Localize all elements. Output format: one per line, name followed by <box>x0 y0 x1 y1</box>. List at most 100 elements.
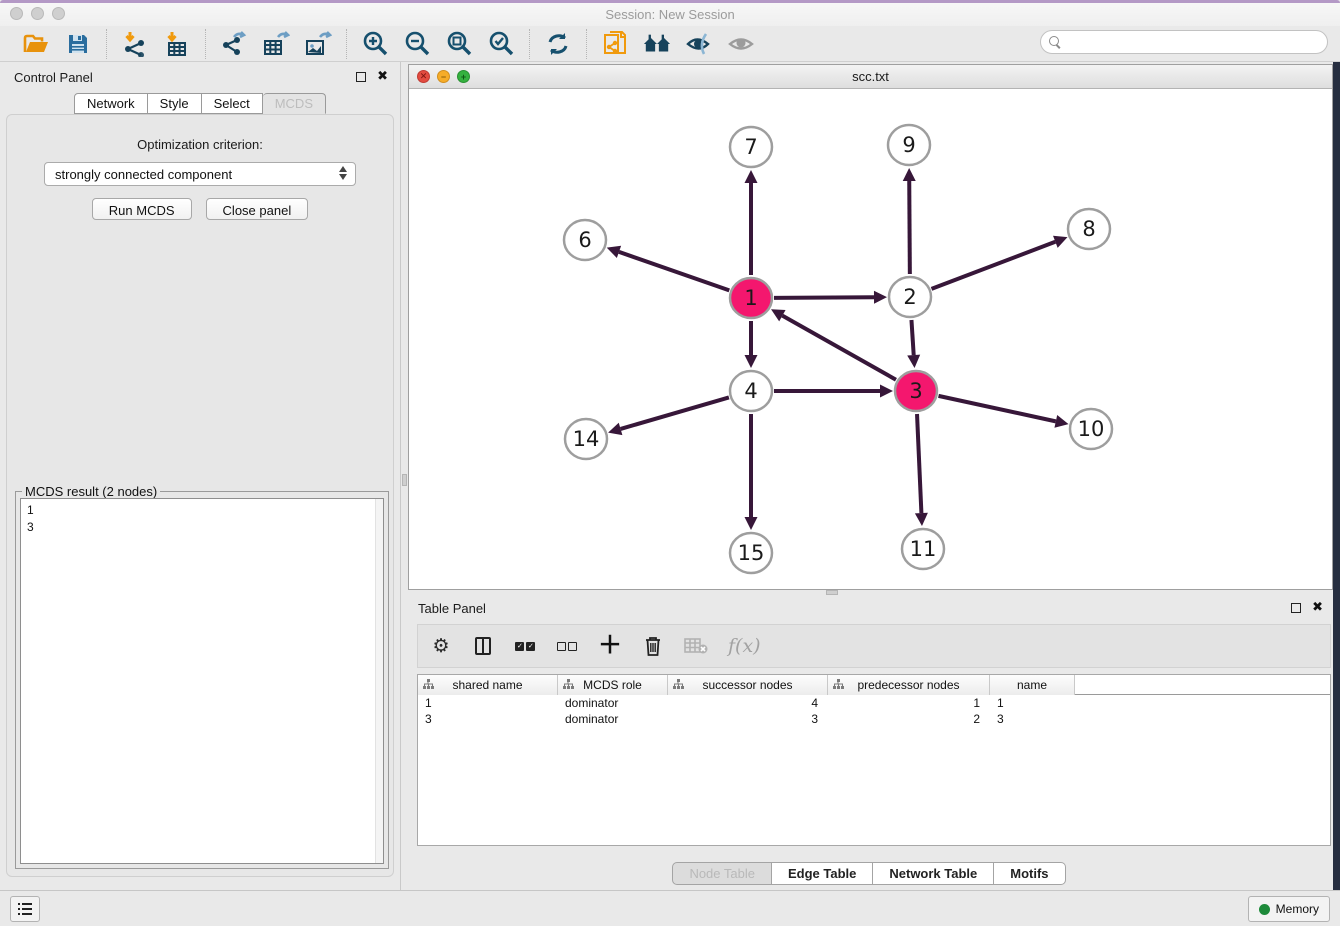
cell-predecessor-nodes[interactable]: 1 <box>828 695 990 711</box>
open-session-button[interactable] <box>22 30 50 58</box>
network-window-titlebar[interactable]: ✕ − + scc.txt <box>409 65 1332 89</box>
select-all-button[interactable] <box>514 634 536 658</box>
network-window-title: scc.txt <box>409 69 1332 84</box>
tree-sort-icon <box>563 679 574 693</box>
export-table-button[interactable] <box>262 30 290 58</box>
network-canvas[interactable]: 7968124314101511 <box>409 89 1332 589</box>
tab-network[interactable]: Network <box>74 93 148 114</box>
add-column-button[interactable]: ＋ <box>598 634 622 658</box>
table-settings-button[interactable]: ⚙ <box>430 634 452 658</box>
close-panel-icon[interactable]: ✖ <box>377 68 388 84</box>
copy-network-icon <box>602 30 628 58</box>
export-network-button[interactable] <box>220 30 248 58</box>
tab-style[interactable]: Style <box>148 93 202 114</box>
import-table-button[interactable] <box>163 30 191 58</box>
arrowhead-icon <box>1054 415 1068 428</box>
tab-node-table[interactable]: Node Table <box>672 862 772 885</box>
cell-MCDS-role[interactable]: dominator <box>558 695 668 711</box>
titlebar[interactable]: Session: New Session <box>0 3 1340 26</box>
tab-edge-table[interactable]: Edge Table <box>772 862 873 885</box>
splitter-grip[interactable] <box>826 590 838 595</box>
memory-button[interactable]: Memory <box>1248 896 1330 922</box>
main-toolbar <box>0 26 1340 62</box>
table-row[interactable]: 1dominator411 <box>418 695 1330 711</box>
zoom-selected-button[interactable] <box>487 30 515 58</box>
column-header-shared-name[interactable]: shared name <box>418 675 558 695</box>
edge-3-1[interactable] <box>782 316 896 380</box>
column-chooser-button[interactable] <box>472 634 494 658</box>
tree-sort-icon <box>673 679 684 693</box>
tab-network-table[interactable]: Network Table <box>873 862 994 885</box>
delete-table-button[interactable] <box>684 634 708 658</box>
function-fx-icon: f(x) <box>728 635 761 657</box>
tab-select[interactable]: Select <box>202 93 263 114</box>
close-panel-icon[interactable]: ✖ <box>1312 599 1323 615</box>
criterion-select[interactable]: strongly connected component <box>44 162 356 186</box>
column-header-predecessor-nodes[interactable]: predecessor nodes <box>828 675 990 695</box>
export-table-icon <box>263 31 290 57</box>
cell-successor-nodes[interactable]: 4 <box>668 695 828 711</box>
table-row[interactable]: 3dominator323 <box>418 711 1330 727</box>
edge-2-3[interactable] <box>911 320 913 355</box>
column-header-successor-nodes[interactable]: successor nodes <box>668 675 828 695</box>
mcds-result-title: MCDS result (2 nodes) <box>22 484 160 499</box>
splitter-grip[interactable] <box>402 474 407 486</box>
cell-predecessor-nodes[interactable]: 2 <box>828 711 990 727</box>
edge-1-6[interactable] <box>619 252 729 291</box>
zoom-out-button[interactable] <box>403 30 431 58</box>
edge-2-9[interactable] <box>909 181 910 274</box>
hide-details-button[interactable] <box>685 30 713 58</box>
search-box[interactable] <box>1040 30 1328 54</box>
task-history-button[interactable] <box>10 896 40 922</box>
gear-icon: ⚙ <box>432 637 449 656</box>
import-network-button[interactable] <box>121 30 149 58</box>
edge-3-11[interactable] <box>917 414 921 513</box>
zoom-fit-button[interactable] <box>445 30 473 58</box>
float-panel-icon[interactable] <box>356 72 366 82</box>
tab-motifs[interactable]: Motifs <box>994 862 1065 885</box>
search-input[interactable] <box>1062 33 1327 51</box>
select-stepper-icon <box>339 166 347 180</box>
network-graph[interactable]: 7968124314101511 <box>409 89 1332 589</box>
save-session-button[interactable] <box>64 30 92 58</box>
zoom-in-button[interactable] <box>361 30 389 58</box>
result-scrollbar[interactable] <box>375 499 383 863</box>
export-network-icon <box>221 31 247 57</box>
cell-MCDS-role[interactable]: dominator <box>558 711 668 727</box>
table-tabs: Node TableEdge TableNetwork TableMotifs <box>405 862 1333 885</box>
tab-mcds[interactable]: MCDS <box>263 93 326 114</box>
network-view-window: ✕ − + scc.txt 7968124314101511 <box>408 64 1333 590</box>
clone-network-button[interactable] <box>601 30 629 58</box>
cell-name[interactable]: 1 <box>990 695 1075 711</box>
run-mcds-button[interactable]: Run MCDS <box>92 198 192 220</box>
edge-3-10[interactable] <box>938 396 1055 421</box>
cell-shared-name[interactable]: 3 <box>418 711 558 727</box>
show-all-button[interactable] <box>643 30 671 58</box>
cell-shared-name[interactable]: 1 <box>418 695 558 711</box>
float-panel-icon[interactable] <box>1291 603 1301 613</box>
apply-function-button[interactable]: f(x) <box>728 634 761 658</box>
mcds-result-text[interactable]: 1 3 <box>20 498 384 864</box>
export-image-button[interactable] <box>304 30 332 58</box>
arrowhead-icon <box>907 355 920 368</box>
node-table[interactable]: shared nameMCDS rolesuccessor nodesprede… <box>417 674 1331 846</box>
column-header-name[interactable]: name <box>990 675 1075 695</box>
close-panel-button[interactable]: Close panel <box>206 198 309 220</box>
edge-4-14[interactable] <box>621 397 729 429</box>
edge-1-2[interactable] <box>774 297 874 298</box>
houses-icon <box>643 32 671 56</box>
window-title: Session: New Session <box>0 7 1340 22</box>
unselect-all-button[interactable] <box>556 634 578 658</box>
control-panel-title: Control Panel <box>14 70 93 85</box>
node-label-7: 7 <box>744 135 757 159</box>
edge-2-8[interactable] <box>932 242 1056 289</box>
cell-name[interactable]: 3 <box>990 711 1075 727</box>
table-body: 1dominator4113dominator323 <box>418 695 1330 727</box>
apply-layout-button[interactable] <box>544 30 572 58</box>
show-details-button[interactable] <box>727 30 755 58</box>
delete-column-button[interactable] <box>642 634 664 658</box>
column-header-MCDS-role[interactable]: MCDS role <box>558 675 668 695</box>
criterion-value: strongly connected component <box>55 167 232 182</box>
node-label-3: 3 <box>909 379 922 403</box>
cell-successor-nodes[interactable]: 3 <box>668 711 828 727</box>
